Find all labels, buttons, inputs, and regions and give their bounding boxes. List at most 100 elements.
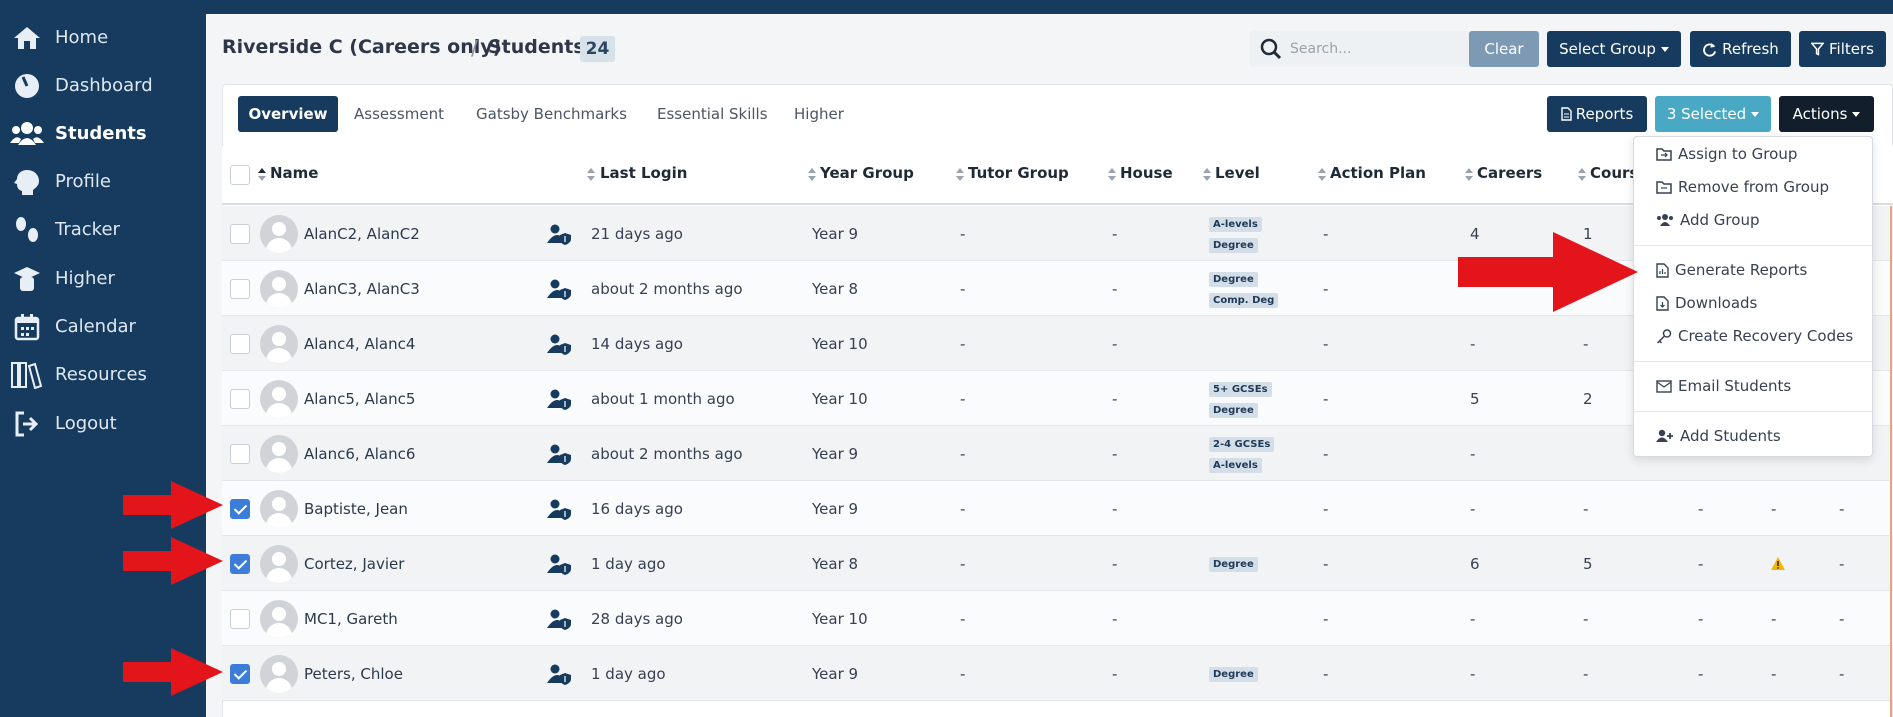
- refresh-label: Refresh: [1722, 40, 1779, 58]
- sidebar-item-dashboard[interactable]: Dashboard: [0, 63, 206, 109]
- column-header-tutor-group[interactable]: Tutor Group: [968, 164, 1069, 182]
- column-header-action-plan[interactable]: Action Plan: [1330, 164, 1426, 182]
- user-shield-icon[interactable]: [546, 553, 572, 575]
- user-shield-icon[interactable]: [546, 498, 572, 520]
- menu-item-add-students[interactable]: Add Students: [1656, 425, 1781, 447]
- tab-gatsby-benchmarks[interactable]: Gatsby Benchmarks: [476, 96, 627, 132]
- sidebar-item-home[interactable]: Home: [0, 15, 206, 61]
- user-shield-icon[interactable]: [546, 278, 572, 300]
- row-checkbox[interactable]: [230, 333, 250, 354]
- student-name[interactable]: Alanc6, Alanc6: [304, 445, 415, 463]
- actions-button[interactable]: Actions: [1779, 96, 1874, 132]
- menu-item-assign-to-group[interactable]: Assign to Group: [1656, 143, 1797, 165]
- menu-item-remove-from-group[interactable]: Remove from Group: [1656, 176, 1829, 198]
- reports-button[interactable]: Reports: [1547, 96, 1647, 132]
- tracker-icon: [10, 215, 44, 245]
- chevron-down-icon: [1660, 46, 1669, 52]
- sidebar-item-resources[interactable]: Resources: [0, 352, 206, 398]
- tab-assessment[interactable]: Assessment: [354, 96, 444, 132]
- tab-higher[interactable]: Higher: [794, 96, 844, 132]
- student-count-badge: 24: [580, 36, 615, 62]
- folder-minus-icon: [1656, 181, 1672, 194]
- column-header-year-group[interactable]: Year Group: [820, 164, 914, 182]
- refresh-icon: [1703, 42, 1717, 57]
- sidebar-item-students[interactable]: Students: [0, 111, 206, 157]
- student-name[interactable]: Peters, Chloe: [304, 665, 403, 683]
- sort-icon[interactable]: [1318, 168, 1326, 182]
- level-badge: Comp. Deg: [1209, 292, 1279, 308]
- action-plan: -: [1323, 554, 1329, 573]
- sort-icon[interactable]: [956, 168, 964, 182]
- student-name[interactable]: Cortez, Javier: [304, 555, 404, 573]
- sidebar-item-logout[interactable]: Logout: [0, 401, 206, 447]
- actions-label: Actions: [1792, 105, 1848, 123]
- student-name[interactable]: AlanC3, AlanC3: [304, 280, 420, 298]
- envelope-icon: [1656, 379, 1672, 393]
- student-name[interactable]: MC1, Gareth: [304, 610, 398, 628]
- house: -: [1112, 334, 1118, 353]
- menu-item-add-group[interactable]: Add Group: [1656, 209, 1759, 231]
- user-shield-icon[interactable]: [546, 388, 572, 410]
- refresh-button[interactable]: Refresh: [1690, 31, 1791, 67]
- home-icon: [10, 23, 44, 53]
- user-shield-icon[interactable]: [546, 608, 572, 630]
- sort-icon[interactable]: [1578, 168, 1586, 182]
- sort-icon[interactable]: [1203, 168, 1211, 182]
- careers-count: -: [1470, 664, 1476, 683]
- year-group: Year 9: [812, 224, 859, 243]
- user-shield-icon[interactable]: [546, 663, 572, 685]
- filters-button[interactable]: Filters: [1799, 31, 1886, 67]
- extra-cell: -: [1771, 664, 1777, 683]
- menu-item-downloads[interactable]: Downloads: [1656, 292, 1757, 314]
- column-header-level[interactable]: Level: [1215, 164, 1260, 182]
- sort-icon[interactable]: [808, 168, 816, 182]
- breadcrumb-school[interactable]: Riverside C (Careers only): [222, 36, 501, 58]
- student-name[interactable]: AlanC2, AlanC2: [304, 225, 420, 243]
- column-header-last-login[interactable]: Last Login: [600, 164, 687, 182]
- sort-icon[interactable]: [1108, 168, 1116, 182]
- sidebar-item-profile[interactable]: Profile: [0, 159, 206, 205]
- row-checkbox[interactable]: [230, 608, 250, 629]
- profile-icon: [10, 167, 44, 197]
- column-header-careers[interactable]: Careers: [1477, 164, 1542, 182]
- user-shield-icon[interactable]: [546, 223, 572, 245]
- menu-item-create-recovery-codes[interactable]: Create Recovery Codes: [1656, 325, 1853, 347]
- action-plan: -: [1323, 499, 1329, 518]
- sort-icon[interactable]: [1465, 168, 1473, 182]
- row-checkbox[interactable]: [230, 663, 250, 684]
- select-group-button[interactable]: Select Group: [1547, 31, 1681, 67]
- user-shield-icon[interactable]: [546, 333, 572, 355]
- tab-overview[interactable]: Overview: [238, 96, 338, 132]
- menu-item-generate-reports[interactable]: Generate Reports: [1656, 259, 1807, 281]
- selected-count-button[interactable]: 3 Selected: [1655, 96, 1771, 132]
- user-shield-icon[interactable]: [546, 443, 572, 465]
- sort-icon[interactable]: [587, 168, 595, 182]
- row-checkbox[interactable]: [230, 278, 250, 299]
- courses-count: -: [1583, 609, 1589, 628]
- row-checkbox[interactable]: [230, 388, 250, 409]
- sidebar-item-tracker[interactable]: Tracker: [0, 207, 206, 253]
- select-all-checkbox[interactable]: [230, 165, 250, 185]
- student-name[interactable]: Baptiste, Jean: [304, 500, 408, 518]
- tab-essential-skills[interactable]: Essential Skills: [657, 96, 768, 132]
- year-group: Year 8: [812, 279, 859, 298]
- house: -: [1112, 279, 1118, 298]
- row-checkbox[interactable]: [230, 498, 250, 519]
- student-name[interactable]: Alanc4, Alanc4: [304, 335, 415, 353]
- sort-icon[interactable]: [258, 168, 266, 182]
- menu-item-email-students[interactable]: Email Students: [1656, 375, 1791, 397]
- sidebar-item-label: Logout: [55, 413, 117, 434]
- column-header-house[interactable]: House: [1120, 164, 1173, 182]
- house: -: [1112, 224, 1118, 243]
- row-checkbox[interactable]: [230, 223, 250, 244]
- column-header-courses[interactable]: Cours: [1590, 164, 1638, 182]
- file-report-icon: [1656, 262, 1669, 278]
- row-checkbox[interactable]: [230, 443, 250, 464]
- sidebar-item-calendar[interactable]: Calendar: [0, 304, 206, 350]
- clear-button[interactable]: Clear: [1469, 31, 1539, 67]
- row-checkbox[interactable]: [230, 553, 250, 574]
- sidebar-item-higher[interactable]: Higher: [0, 256, 206, 302]
- student-name[interactable]: Alanc5, Alanc5: [304, 390, 415, 408]
- column-header-name[interactable]: Name: [270, 164, 318, 182]
- search-input[interactable]: [1290, 37, 1460, 61]
